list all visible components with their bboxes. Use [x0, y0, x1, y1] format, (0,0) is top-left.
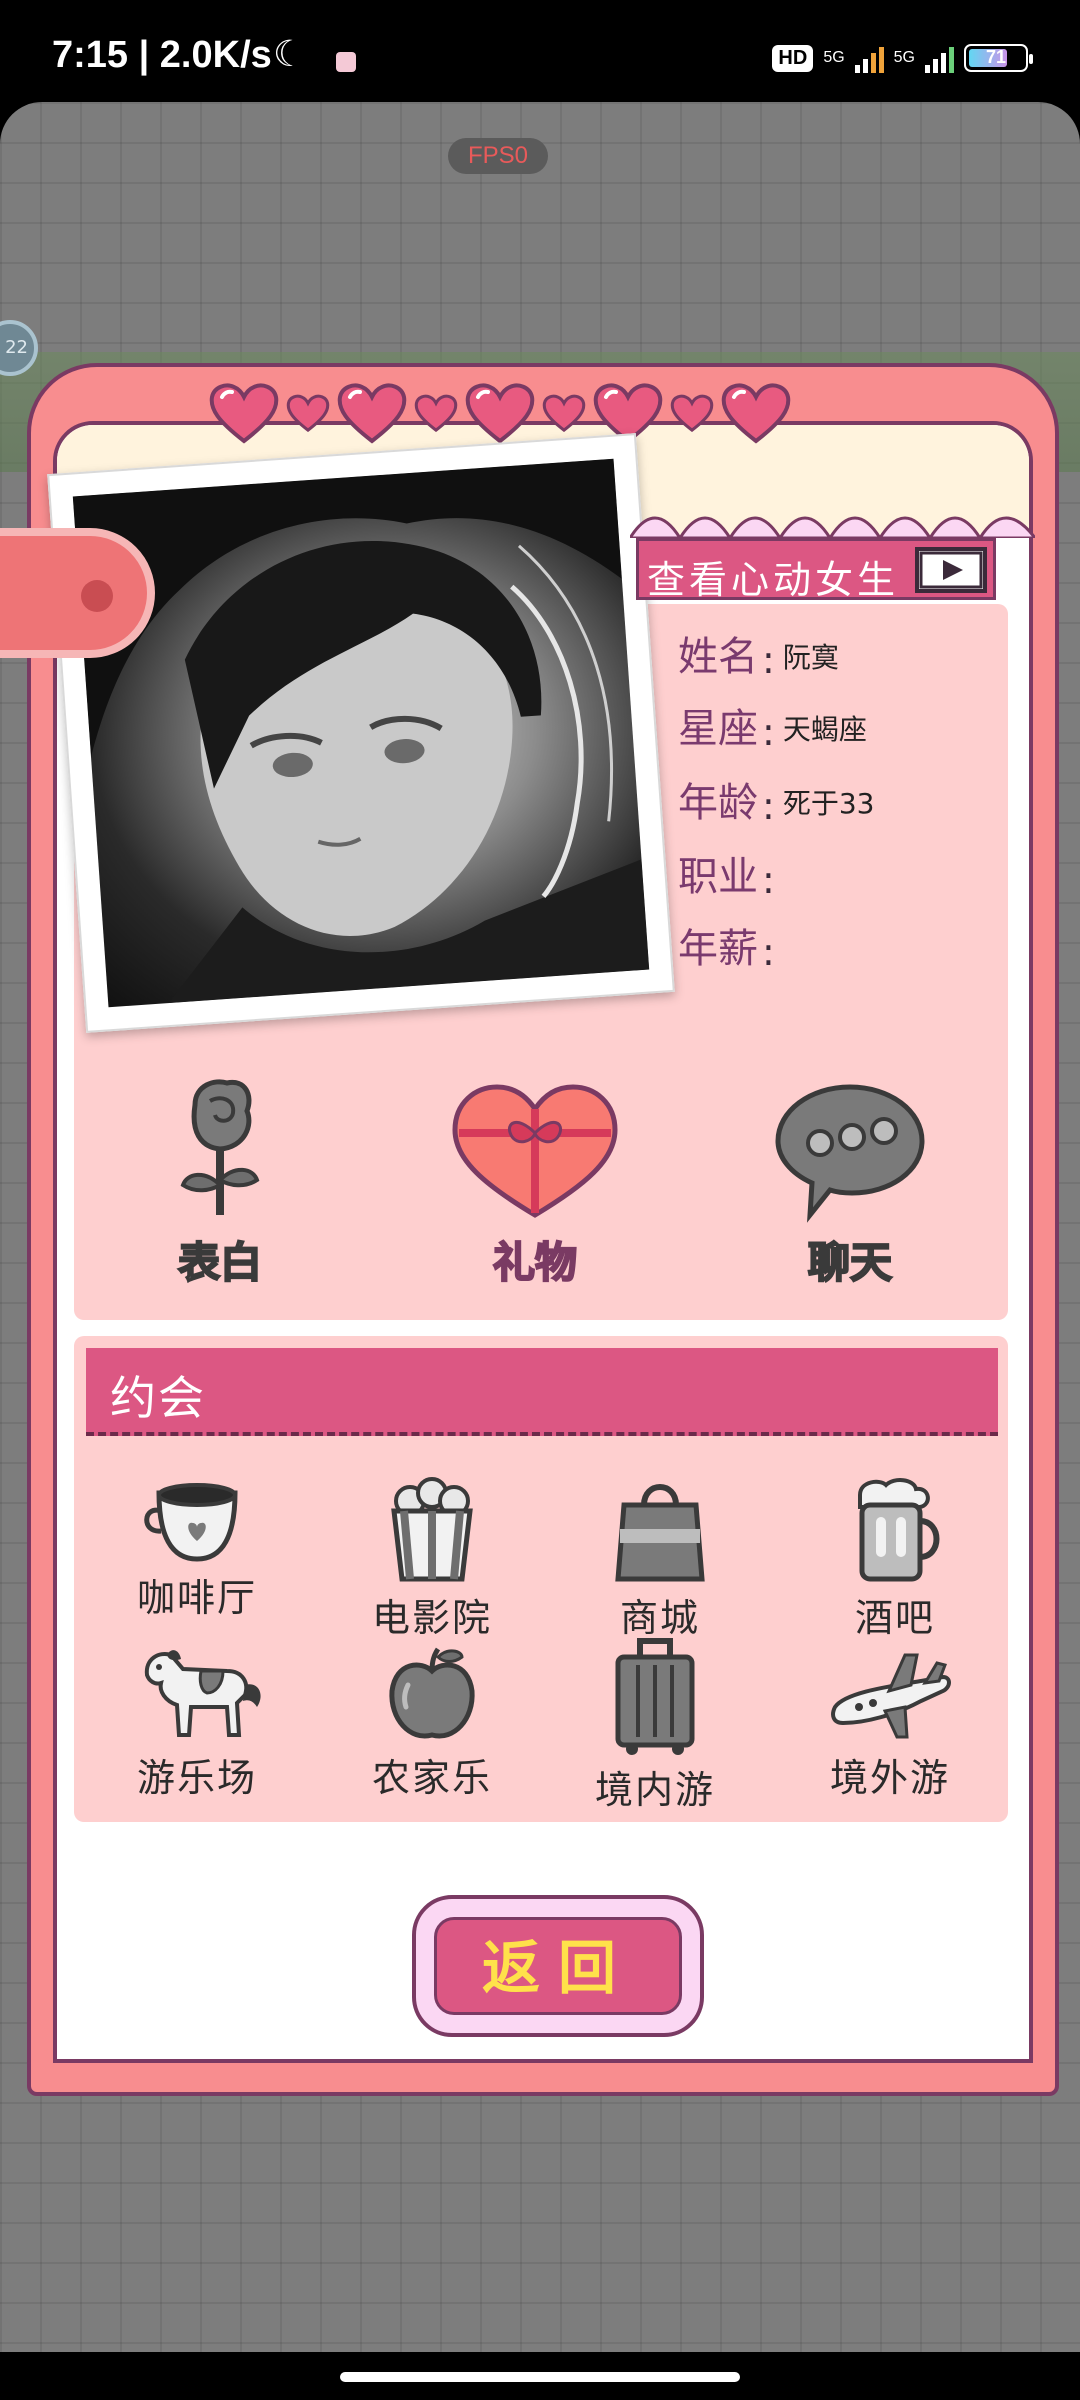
field-zodiac: 星座: 天蝎座	[678, 694, 867, 754]
place-label: 境内游	[594, 1768, 715, 1812]
back-button-label: 返回	[434, 1917, 682, 2015]
tab-dot-icon	[81, 580, 113, 612]
field-label: 年龄	[678, 780, 758, 826]
heart-icon	[337, 383, 407, 444]
field-age: 年龄: 死于33	[678, 768, 874, 828]
field-salary: 年薪:	[678, 914, 783, 974]
field-label: 职业	[678, 854, 758, 900]
date-header: 约会	[86, 1348, 998, 1436]
heart-icon	[209, 383, 279, 444]
signal-icon-2	[925, 43, 954, 73]
scallop-decoration	[630, 516, 1035, 538]
confess-button[interactable]: 表白	[150, 1075, 290, 1290]
place-farm-stay[interactable]: 农家乐	[332, 1645, 532, 1802]
info-header-title: 查看心动女生	[647, 558, 900, 602]
field-value: 死于33	[782, 787, 875, 820]
back-button[interactable]: 返回	[412, 1895, 704, 2037]
battery-icon: 71	[964, 44, 1033, 72]
heart-icon	[465, 383, 535, 444]
field-label: 星座	[678, 706, 758, 752]
heart-icon	[721, 383, 791, 444]
place-domestic-travel[interactable]: 境内游	[555, 1637, 755, 1814]
network-label-1: 5G	[823, 49, 845, 66]
place-label: 境外游	[829, 1756, 950, 1800]
portrait-image	[72, 458, 650, 1008]
carousel-horse-icon	[144, 1650, 261, 1737]
status-bar: 7:15 | 2.0K/s ☾ HD 5G 5G 71	[0, 0, 1080, 105]
field-value: 天蝎座	[782, 713, 867, 746]
view-crush-button[interactable]: 查看心动女生	[636, 538, 996, 602]
place-overseas-travel[interactable]: 境外游	[790, 1645, 990, 1802]
home-indicator[interactable]	[340, 2372, 740, 2382]
hd-icon: HD	[772, 44, 814, 72]
place-amusement-park[interactable]: 游乐场	[97, 1645, 297, 1802]
place-label: 咖啡厅	[136, 1576, 257, 1620]
place-label: 酒吧	[854, 1596, 935, 1640]
place-mall[interactable]: 商城	[560, 1475, 760, 1642]
apple-icon	[389, 1647, 475, 1739]
place-label: 电影院	[371, 1596, 492, 1640]
field-label: 姓名	[678, 634, 758, 680]
shopping-bag-icon	[615, 1484, 705, 1582]
chat-bubble-icon	[775, 1084, 925, 1223]
chat-button[interactable]: 聊天	[770, 1075, 930, 1290]
popcorn-icon	[391, 1477, 473, 1582]
gift-heart-icon	[452, 1084, 618, 1218]
place-cafe[interactable]: 咖啡厅	[97, 1475, 297, 1622]
video-play-icon[interactable]	[915, 547, 987, 593]
moon-icon: ☾	[273, 34, 306, 75]
status-time: 7:15 | 2.0K/s	[52, 34, 272, 76]
character-portrait[interactable]	[47, 433, 675, 1033]
field-label: 年薪	[678, 926, 758, 972]
suitcase-icon	[615, 1638, 695, 1755]
side-tab-button[interactable]	[0, 528, 155, 658]
place-label: 商城	[619, 1596, 700, 1640]
place-label: 游乐场	[136, 1756, 257, 1800]
place-label: 农家乐	[371, 1756, 492, 1800]
action-label: 表白	[177, 1237, 263, 1288]
notification-icon	[336, 52, 356, 72]
network-label-2: 5G	[893, 49, 915, 66]
field-value: 阮寞	[782, 641, 839, 674]
battery-level: 71	[985, 47, 1007, 67]
beer-mug-icon	[858, 1478, 940, 1582]
place-cinema[interactable]: 电影院	[332, 1475, 532, 1642]
rose-icon	[180, 1079, 260, 1215]
heart-icon	[414, 394, 458, 433]
action-label: 聊天	[807, 1237, 893, 1288]
heart-icon	[542, 394, 586, 433]
date-header-title: 约会	[110, 1371, 206, 1425]
hearts-decoration	[208, 378, 858, 448]
airplane-icon	[831, 1653, 951, 1739]
field-occupation: 职业:	[678, 842, 783, 902]
action-label: 礼物	[492, 1237, 578, 1288]
gift-button[interactable]: 礼物	[440, 1075, 630, 1290]
place-bar[interactable]: 酒吧	[795, 1475, 995, 1642]
status-indicators: HD 5G 5G 71	[772, 40, 1033, 76]
coffee-cup-icon	[144, 1483, 238, 1562]
heart-icon	[670, 394, 714, 433]
fps-counter: FPS0	[448, 138, 548, 174]
field-name: 姓名: 阮寞	[678, 622, 839, 682]
heart-icon	[286, 394, 330, 433]
signal-icon-1	[854, 43, 884, 73]
